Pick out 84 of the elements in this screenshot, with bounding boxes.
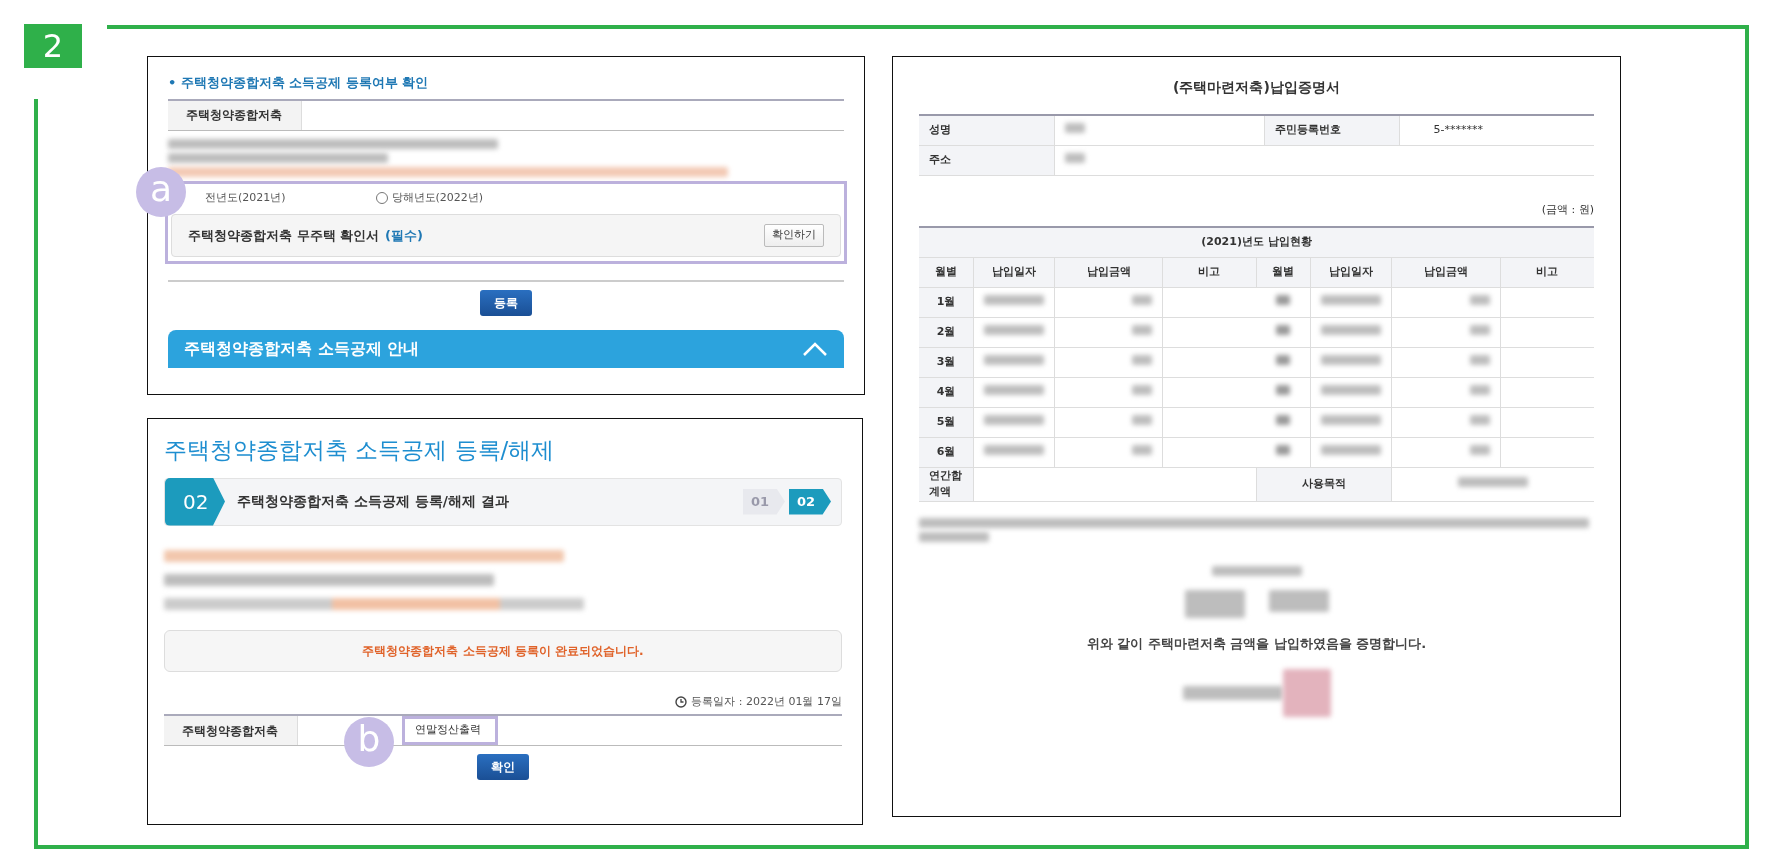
month-cell: 2월 [919,317,974,347]
confirm-button[interactable]: 확인하기 [764,224,824,247]
redacted-text [983,414,1044,425]
document-label: 주택청약종합저축 무주택 확인서 [188,226,380,245]
column-header: 비고 [1500,257,1594,287]
stamp-mark [1282,669,1331,717]
column-header: 월별 [1256,257,1311,287]
row-label: 주택청약종합저축 [164,716,298,745]
redacted-text [1321,384,1382,395]
redacted-text [1132,414,1153,425]
month-cell: 6월 [919,437,974,467]
redacted-text [1469,414,1490,425]
option-label: 전년도(2021년) [205,189,286,206]
field-value: 5-******* [1432,123,1483,136]
purpose-label: 사용목적 [1256,467,1392,501]
unit-note: (금액 : 원) [1540,201,1594,218]
accordion-title: 주택청약종합저축 소득공제 안내 [184,338,420,360]
step-number: 02 [165,477,225,526]
redacted-text [983,354,1044,365]
status-message: 주택청약종합저축 소득공제 등록이 완료되었습니다. [164,629,842,672]
month-cell: 1월 [919,287,974,317]
marker-circle: b [344,717,394,767]
column-header: 월별 [919,257,974,287]
total-label: 연간합계액 [919,467,974,501]
redacted-text [983,324,1044,335]
month-cell: 5월 [919,407,974,437]
redacted-text [1132,324,1153,335]
redacted-text [1064,152,1085,163]
redacted-text [1132,294,1153,305]
column-header: 비고 [1162,257,1257,287]
radio-option[interactable]: 당해년도(2022년) [375,189,484,206]
redacted-text [1321,414,1382,425]
redacted-text [1469,444,1490,455]
registration-date: 등록일자 : 2022년 01월 17일 [691,693,842,710]
step-number-badge: 2 [24,24,82,68]
section-title: • 주택청약종합저축 소득공제 등록여부 확인 [168,73,844,101]
field-label: 주소 [919,145,1054,175]
redacted-text [1132,354,1153,365]
document-title: (주택마련저축)납입증명서 [1172,78,1341,97]
redacted-text [1458,476,1529,487]
marker-circle: a [136,167,186,217]
redacted-text [1469,384,1490,395]
confirm-button[interactable]: 확인 [477,754,529,780]
column-header: 납입일자 [973,257,1055,287]
step-title: 주택청약종합저축 소득공제 등록/해제 결과 [237,492,510,511]
field-label: 주민등록번호 [1264,115,1399,145]
row-label: 주택청약종합저축 [168,100,302,130]
column-header: 납입금액 [1054,257,1163,287]
redacted-text [1132,444,1153,455]
redacted-text [1469,324,1490,335]
month-cell: 4월 [919,377,974,407]
redacted-text [1321,354,1382,365]
column-header: 납입금액 [1391,257,1501,287]
redacted-text [1276,354,1291,365]
redacted-text [1276,294,1291,305]
register-button[interactable]: 등록 [480,290,532,316]
redacted-text [1268,589,1329,612]
step-indicator: 02 [789,488,831,515]
redacted-text [1276,444,1291,455]
clock-icon [675,695,688,708]
table-caption: (2021)년도 납입현황 [919,227,1594,257]
redacted-text [1132,384,1153,395]
required-note: (필수) [385,226,423,245]
redacted-text [1321,294,1382,305]
page-title: 주택청약종합저축 소득공제 등록/해제 [164,436,556,465]
redacted-text [1276,384,1291,395]
redacted-text [1276,324,1291,335]
redacted-text [983,384,1044,395]
redacted-text [1469,294,1490,305]
print-button[interactable]: 연말정산출력 [402,716,498,745]
field-label: 성명 [919,115,1054,145]
redacted-text [983,294,1044,305]
redacted-text [919,531,989,542]
redacted-text [1064,123,1085,133]
redacted-text [1321,324,1382,335]
redacted-text [1276,414,1291,425]
column-header: 납입일자 [1310,257,1392,287]
redacted-text [1469,354,1490,365]
redacted-text [1321,444,1382,455]
step-indicator: 01 [743,488,785,515]
month-cell: 3월 [919,347,974,377]
redacted-text [1184,589,1245,618]
redacted-text [983,444,1044,455]
statement: 위와 같이 주택마련저축 금액을 납입하였음을 증명합니다. [1085,634,1428,653]
